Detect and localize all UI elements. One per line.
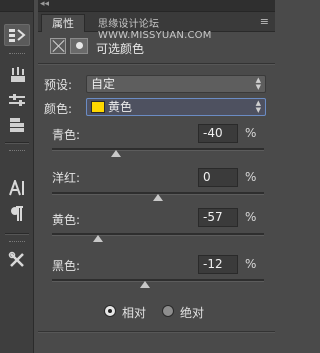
yellow-label: 黄色: — [52, 213, 81, 227]
adjustment-header: 可选颜色 — [38, 33, 275, 59]
character-icon[interactable] — [4, 177, 30, 199]
panel-title: 可选颜色 — [96, 42, 145, 56]
toolbar-grip[interactable] — [9, 241, 25, 243]
cyan-label: 青色: — [52, 128, 81, 142]
magenta-label: 洋红: — [52, 171, 81, 185]
magenta-input[interactable]: 0 — [198, 168, 238, 187]
select-arrows-icon: ▲ ▼ — [255, 99, 261, 114]
colors-label: 颜色: — [44, 102, 73, 116]
tools-icon[interactable] — [4, 249, 30, 271]
bottom-divider — [38, 331, 275, 332]
properties-panel: ◂◂ 属性 思缘设计论坛 WWW.MISSYUAN.COM ≡ 可选颜色 预设:… — [38, 0, 275, 353]
black-slider[interactable] — [52, 279, 264, 288]
yellow-slider-thumb[interactable] — [92, 235, 103, 242]
layer-comps-icon[interactable] — [4, 114, 30, 136]
collapse-panels-icon[interactable]: ◂◂ — [40, 0, 49, 9]
magenta-unit: % — [245, 170, 257, 184]
black-slider-thumb[interactable] — [140, 281, 151, 288]
tab-properties[interactable]: 属性 — [41, 14, 85, 32]
yellow-unit: % — [245, 210, 257, 224]
header-divider — [38, 63, 275, 64]
colors-select[interactable]: 黄色 ▲ ▼ — [86, 98, 266, 116]
dock-toolbar — [0, 0, 34, 353]
colors-value: 黄色 — [108, 100, 133, 114]
relative-radio[interactable] — [104, 305, 116, 317]
preset-value: 自定 — [91, 77, 116, 91]
selective-color-adjustment-icon[interactable] — [50, 38, 66, 54]
method-radio-group: 相对 绝对 — [104, 303, 264, 321]
properties-icon[interactable] — [4, 24, 30, 46]
absolute-label[interactable]: 绝对 — [180, 304, 204, 321]
panel-menu-icon[interactable]: ≡ — [260, 15, 269, 28]
cyan-slider[interactable] — [52, 148, 264, 157]
relative-label[interactable]: 相对 — [122, 304, 146, 321]
magenta-slider-thumb[interactable] — [153, 194, 163, 201]
select-arrows-icon: ▲ ▼ — [255, 76, 261, 91]
paragraph-icon[interactable] — [4, 203, 30, 225]
yellow-input[interactable]: -57 — [198, 208, 238, 227]
cyan-slider-thumb[interactable] — [110, 150, 121, 157]
magenta-slider[interactable] — [52, 192, 264, 201]
black-label: 黑色: — [52, 259, 81, 273]
panel-top-bar: ◂◂ — [38, 0, 275, 12]
cyan-input[interactable]: -40 — [198, 124, 238, 143]
adjustments-icon[interactable] — [4, 89, 30, 111]
toolbar-divider — [5, 233, 29, 234]
toolbar-divider — [5, 142, 29, 143]
dock-toolbar-header — [0, 0, 33, 12]
yellow-slider[interactable] — [52, 233, 264, 242]
black-input[interactable]: -12 — [198, 255, 238, 274]
panel-tab-bar: 属性 思缘设计论坛 WWW.MISSYUAN.COM ≡ — [38, 12, 275, 41]
layer-mask-icon[interactable] — [70, 38, 88, 54]
cyan-unit: % — [245, 126, 257, 140]
absolute-radio[interactable] — [162, 305, 174, 317]
color-swatch — [91, 101, 105, 113]
brush-presets-icon[interactable] — [4, 64, 30, 86]
toolbar-grip[interactable] — [9, 53, 25, 55]
toolbar-grip[interactable] — [9, 150, 25, 152]
black-unit: % — [245, 257, 257, 271]
preset-label: 预设: — [44, 78, 73, 92]
preset-select[interactable]: 自定 ▲ ▼ — [86, 75, 266, 93]
